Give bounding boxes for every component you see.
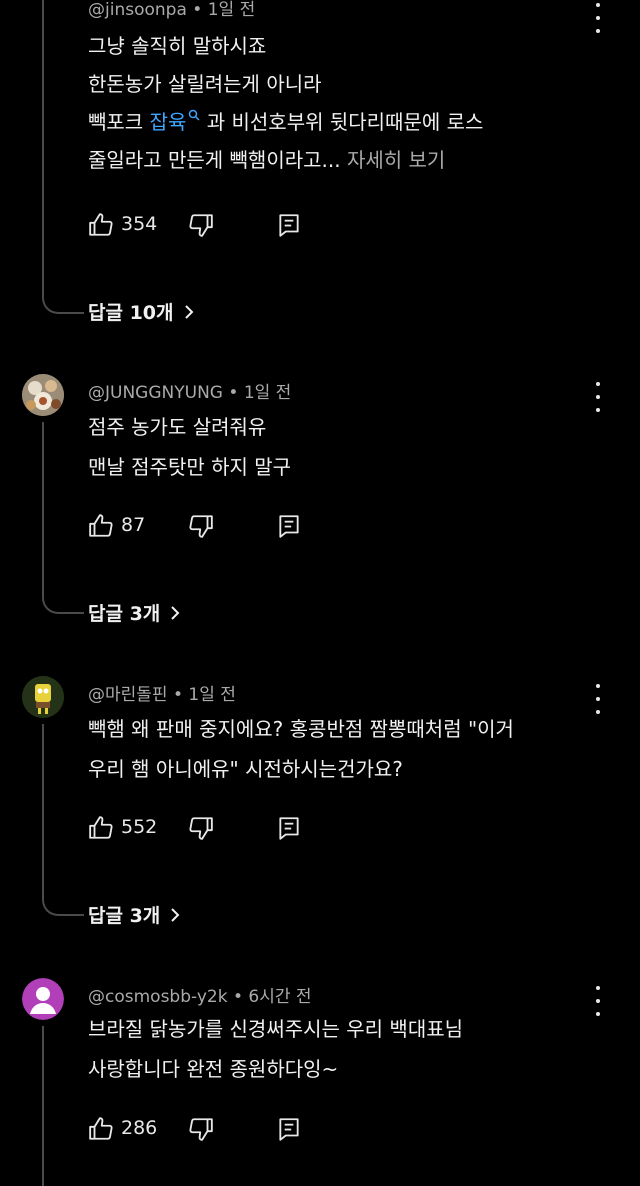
thumbs-down-icon[interactable] [188, 212, 214, 238]
thumbs-up-icon[interactable] [88, 212, 114, 238]
comment-author[interactable]: @cosmosbb-y2k [88, 987, 228, 1007]
more-vert-icon[interactable] [590, 684, 606, 714]
reply-icon[interactable] [276, 513, 302, 539]
comment-author[interactable]: @JUNGGNYUNG [88, 383, 223, 403]
avatar[interactable] [22, 676, 64, 718]
comment-time[interactable]: 1일 전 [208, 0, 256, 20]
comment-meta: @마린돌핀 • 1일 전 [88, 685, 236, 705]
comment-text-line: 빽햄 왜 판매 중지에요? 홍콩반점 짬뽕때처럼 "이거 [88, 717, 514, 741]
reply-icon[interactable] [276, 1116, 302, 1142]
comment-text-line: 점주 농가도 살려줘유 [88, 415, 267, 439]
comment-time[interactable]: 1일 전 [244, 383, 292, 403]
comment-meta: @JUNGGNYUNG • 1일 전 [88, 383, 292, 403]
replies-toggle[interactable]: 답글 3개 [88, 599, 182, 626]
chevron-right-icon [171, 605, 180, 620]
reply-icon[interactable] [276, 815, 302, 841]
more-vert-icon[interactable] [590, 382, 606, 412]
search-icon [189, 110, 200, 121]
avatar[interactable] [22, 374, 64, 416]
reply-icon[interactable] [276, 212, 302, 238]
thumbs-up-icon[interactable] [88, 815, 114, 841]
comment-item: @JUNGGNYUNG • 1일 전 점주 농가도 살려줘유 맨날 점주탓만 하… [0, 368, 640, 638]
thumbs-down-icon[interactable] [188, 513, 214, 539]
like-count: 286 [121, 1117, 158, 1139]
thread-line [42, 422, 84, 614]
more-vert-icon[interactable] [590, 986, 606, 1016]
thread-line [42, 0, 84, 314]
comment-item: @마린돌핀 • 1일 전 빽햄 왜 판매 중지에요? 홍콩반점 짬뽕때처럼 "이… [0, 670, 640, 940]
comment-time[interactable]: 6시간 전 [248, 987, 311, 1007]
comment-text-line: 한돈농가 살릴려는게 아니라 [88, 72, 322, 96]
thread-line [42, 1026, 84, 1186]
comment-item: @jinsoonpa • 1일 전 그냥 솔직히 말하시죠 한돈농가 살릴려는게… [0, 0, 640, 330]
comment-meta: @jinsoonpa • 1일 전 [88, 0, 256, 20]
like-count: 87 [121, 514, 146, 536]
thumbs-up-icon[interactable] [88, 513, 114, 539]
comment-item: @cosmosbb-y2k • 6시간 전 브라질 닭농가를 신경써주시는 우리… [0, 972, 640, 1186]
read-more-link[interactable]: 자세히 보기 [347, 148, 445, 172]
replies-toggle[interactable]: 답글 10개 [88, 298, 196, 325]
chevron-right-icon [171, 907, 180, 922]
like-count: 552 [121, 816, 158, 838]
comment-meta: @cosmosbb-y2k • 6시간 전 [88, 987, 312, 1007]
comment-actions: 354 [88, 210, 328, 240]
thumbs-up-icon[interactable] [88, 1116, 114, 1142]
comment-author[interactable]: @jinsoonpa [88, 0, 187, 20]
comment-author[interactable]: @마린돌핀 [88, 685, 168, 705]
comment-text-line: 우리 햄 아니에유" 시전하시는건가요? [88, 757, 403, 781]
thumbs-down-icon[interactable] [188, 815, 214, 841]
avatar[interactable] [22, 978, 64, 1020]
comment-actions: 286 [88, 1114, 328, 1144]
replies-toggle[interactable]: 답글 3개 [88, 901, 182, 928]
comment-actions: 552 [88, 813, 328, 843]
chevron-right-icon [184, 304, 193, 319]
comment-text-line: 그냥 솔직히 말하시죠 [88, 34, 267, 58]
comment-time[interactable]: 1일 전 [188, 685, 236, 705]
thread-line [42, 724, 84, 916]
comment-actions: 87 [88, 511, 328, 541]
comment-text-line: 브라질 닭농가를 신경써주시는 우리 백대표님 [88, 1017, 464, 1041]
comment-text-line: 줄일라고 만든게 빽햄이라고... 자세히 보기 [88, 148, 446, 172]
more-vert-icon[interactable] [590, 3, 606, 33]
comment-text-line: 빽포크 잡육 과 비선호부위 뒷다리때문에 로스 [88, 110, 484, 134]
comment-text-line: 사랑합니다 완전 종원하다잉~ [88, 1057, 339, 1081]
thumbs-down-icon[interactable] [188, 1116, 214, 1142]
like-count: 354 [121, 213, 158, 235]
comment-text-line: 맨날 점주탓만 하지 말구 [88, 455, 292, 479]
search-link[interactable]: 잡육 [150, 110, 201, 134]
